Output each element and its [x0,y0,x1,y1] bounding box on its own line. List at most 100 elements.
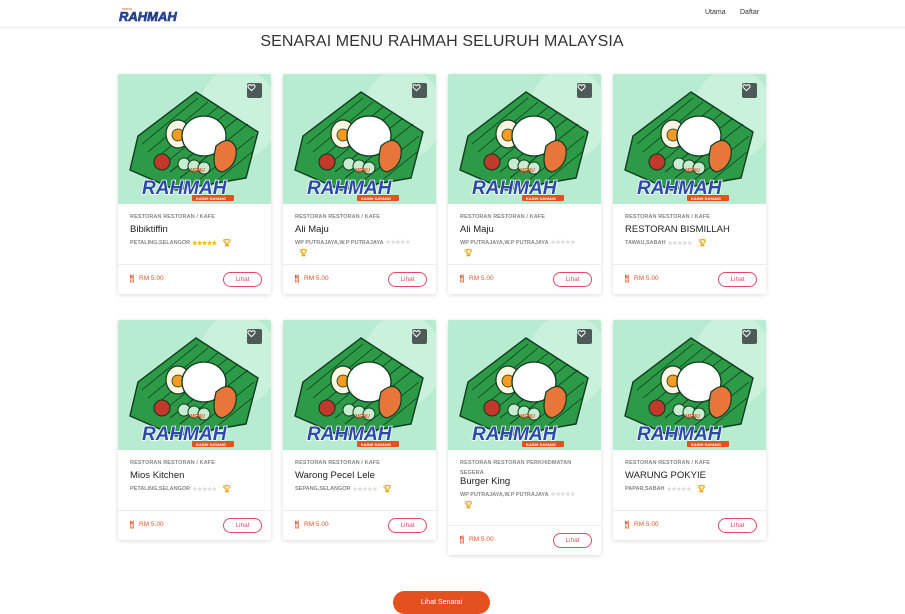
trophy-icon: 🏆︎ [222,240,232,247]
favorite-button[interactable] [247,329,262,344]
menu-thumbnail[interactable]: MENU RAHMAH KASIH SAYANG [118,320,271,450]
favorite-button[interactable] [742,83,757,98]
restaurant-location: SEPANG,SELANGOR ★★★★★ 🏆︎ [295,485,392,493]
card-body: RESTORAN RESTORAN / KAFE Bibiktiffin PET… [118,204,271,294]
lihat-button[interactable]: Lihat [553,533,592,548]
card-divider [283,264,436,265]
trophy-icon: 🏆︎ [222,486,232,493]
lihat-button[interactable]: Lihat [718,272,757,287]
location-text: PETALING,SELANGOR [130,240,191,246]
rating-stars: ★★★★★ [666,486,692,493]
favorite-button[interactable] [577,83,592,98]
location-text: TAWAU,SABAH [625,240,666,246]
menu-price: RM 5.00 [469,536,494,543]
menu-card[interactable]: MENU RAHMAH KASIH SAYANG RESTORAN RESTOR… [118,74,271,294]
restaurant-name[interactable]: Ali Maju [295,224,329,235]
menu-thumbnail[interactable]: MENU RAHMAH KASIH SAYANG [613,320,766,450]
heart-icon [742,330,751,338]
cutlery-icon: 🍴︎ [127,520,138,529]
menu-thumbnail[interactable]: MENU RAHMAH KASIH SAYANG [118,74,271,204]
card-divider [118,510,271,511]
menu-thumbnail[interactable]: MENU RAHMAH KASIH SAYANG [283,74,436,204]
favorite-button[interactable] [412,83,427,98]
card-divider [613,264,766,265]
lihat-button[interactable]: Lihat [553,272,592,287]
card-body: RESTORAN RESTORAN / KAFE Mios Kitchen PE… [118,450,271,540]
svg-text:MENU: MENU [190,414,205,420]
location-text: PETALING,SELANGOR [130,486,191,492]
rahmah-logo[interactable]: menu RAHMAH [118,5,200,23]
lihat-button[interactable]: Lihat [223,272,262,287]
cutlery-icon: 🍴︎ [457,274,468,283]
nav-utama-link[interactable]: Utama [705,9,726,16]
restaurant-category: RESTORAN RESTORAN / KAFE [460,214,546,220]
menu-price: RM 5.00 [304,275,329,282]
page-title: SENARAI MENU RAHMAH SELURUH MALAYSIA [260,33,624,50]
svg-text:KASIH SAYANG: KASIH SAYANG [361,196,391,201]
trophy-icon: 🏆︎ [696,486,706,493]
menu-card[interactable]: MENU RAHMAH KASIH SAYANG RESTORAN RESTOR… [613,320,766,540]
heart-icon [247,330,256,338]
card-divider [283,510,436,511]
heart-icon [577,330,586,338]
top-navbar: menu RAHMAH Utama Daftar [0,0,905,28]
rating-stars: ★★★★★ [550,240,576,246]
restaurant-location: WP PUTRAJAYA,W.P PUTRAJAYA ★★★★★ 🏆︎ [460,491,588,510]
menu-card[interactable]: MENU RAHMAH KASIH SAYANG RESTORAN RESTOR… [448,320,601,555]
menu-card[interactable]: MENU RAHMAH KASIH SAYANG RESTORAN RESTOR… [283,74,436,294]
rating-stars: ★★★★★ [192,240,217,247]
restaurant-name[interactable]: RESTORAN BISMILLAH [625,224,730,235]
heart-icon [412,84,421,92]
cutlery-icon: 🍴︎ [622,274,633,283]
menu-card[interactable]: MENU RAHMAH KASIH SAYANG RESTORAN RESTOR… [283,320,436,540]
cutlery-icon: 🍴︎ [292,274,303,283]
restaurant-name[interactable]: Burger King [460,476,510,487]
restaurant-name[interactable]: Bibiktiffin [130,224,168,235]
restaurant-name[interactable]: WARUNG POKYIE [625,470,706,481]
favorite-button[interactable] [742,329,757,344]
restaurant-name[interactable]: Warong Pecel Lele [295,470,375,481]
restaurant-category: RESTORAN RESTORAN / KAFE [625,460,711,466]
favorite-button[interactable] [412,329,427,344]
lihat-button[interactable]: Lihat [388,518,427,533]
nav-daftar-link[interactable]: Daftar [740,9,759,16]
cutlery-icon: 🍴︎ [292,520,303,529]
restaurant-location: WP PUTRAJAYA,W.P PUTRAJAYA ★★★★★ 🏆︎ [295,239,423,258]
lihat-senarai-button[interactable]: Lihat Senarai [393,591,490,614]
card-body: RESTORAN RESTORAN / KAFE Ali Maju WP PUT… [448,204,601,294]
rating-stars: ★★★★★ [192,486,217,493]
restaurant-name[interactable]: Mios Kitchen [130,470,184,481]
favorite-button[interactable] [247,83,262,98]
menu-thumbnail[interactable]: MENU RAHMAH KASIH SAYANG [283,320,436,450]
menu-card[interactable]: MENU RAHMAH KASIH SAYANG RESTORAN RESTOR… [118,320,271,540]
favorite-button[interactable] [577,329,592,344]
location-text: SEPANG,SELANGOR [295,486,351,492]
menu-thumbnail[interactable]: MENU RAHMAH KASIH SAYANG [448,320,601,450]
trophy-icon: 🏆︎ [464,502,473,509]
restaurant-category: RESTORAN RESTORAN / KAFE [625,214,711,220]
restaurant-location: TAWAU,SABAH ★★★★★ 🏆︎ [625,239,707,247]
menu-price: RM 5.00 [634,521,659,528]
restaurant-category: RESTORAN RESTORAN / KAFE [295,460,381,466]
menu-card[interactable]: MENU RAHMAH KASIH SAYANG RESTORAN RESTOR… [448,74,601,294]
svg-text:KASIH SAYANG: KASIH SAYANG [691,196,721,201]
card-divider [118,264,271,265]
restaurant-name[interactable]: Ali Maju [460,224,494,235]
lihat-button[interactable]: Lihat [223,518,262,533]
rating-stars: ★★★★★ [385,240,411,246]
menu-thumbnail[interactable]: MENU RAHMAH KASIH SAYANG [613,74,766,204]
lihat-button[interactable]: Lihat [718,518,757,533]
svg-text:MENU: MENU [355,414,370,420]
menu-thumbnail[interactable]: MENU RAHMAH KASIH SAYANG [448,74,601,204]
heart-icon [577,84,586,92]
restaurant-location: WP PUTRAJAYA,W.P PUTRAJAYA ★★★★★ 🏆︎ [460,239,588,258]
svg-text:MENU: MENU [190,168,205,174]
cutlery-icon: 🍴︎ [457,535,468,544]
location-text: WP PUTRAJAYA,W.P PUTRAJAYA [460,239,549,246]
svg-text:KASIH SAYANG: KASIH SAYANG [361,442,391,447]
menu-price: RM 5.00 [139,521,164,528]
lihat-button[interactable]: Lihat [388,272,427,287]
menu-card[interactable]: MENU RAHMAH KASIH SAYANG RESTORAN RESTOR… [613,74,766,294]
restaurant-category: RESTORAN RESTORAN / KAFE [130,214,216,220]
svg-text:KASIH SAYANG: KASIH SAYANG [196,442,226,447]
